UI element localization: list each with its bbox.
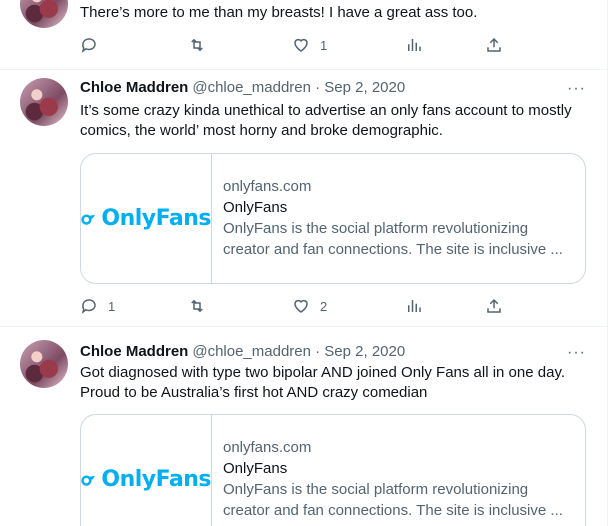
like-count: 1 bbox=[320, 37, 328, 53]
retweet-icon bbox=[191, 299, 203, 313]
card-description: OnlyFans is the social platform revoluti… bbox=[223, 481, 563, 519]
share-icon bbox=[487, 298, 501, 313]
retweet-icon bbox=[191, 38, 203, 52]
link-card[interactable]: OnlyFans onlyfans.com OnlyFans OnlyFans … bbox=[80, 414, 586, 526]
reply-icon bbox=[81, 299, 96, 314]
card-description: OnlyFans is the social platform revoluti… bbox=[223, 220, 563, 258]
card-logo-text: OnlyFans bbox=[101, 206, 211, 231]
card-title: OnlyFans bbox=[223, 460, 288, 477]
reply-icon bbox=[81, 38, 96, 53]
avatar[interactable] bbox=[20, 78, 68, 126]
author-handle-date[interactable]: @chloe_maddren · Sep 2, 2020 bbox=[192, 343, 405, 360]
views-icon bbox=[408, 300, 421, 312]
like-icon bbox=[294, 299, 308, 313]
retweet-button[interactable] bbox=[188, 36, 216, 54]
reply-button[interactable] bbox=[80, 36, 108, 54]
share-icon bbox=[487, 37, 501, 52]
tweet-actions: 1 bbox=[80, 36, 503, 56]
tweet[interactable]: Chloe Maddren @chloe_maddren · Sep 2, 202… bbox=[0, 70, 608, 327]
retweet-button[interactable] bbox=[188, 297, 216, 315]
author-handle-date[interactable]: @chloe_maddren · Sep 2, 2020 bbox=[192, 79, 405, 96]
tweet-header: Chloe Maddren @chloe_maddren · Sep 2, 202… bbox=[80, 78, 405, 98]
avatar[interactable] bbox=[20, 0, 68, 28]
like-count: 2 bbox=[320, 298, 328, 314]
author-name[interactable]: Chloe Maddren bbox=[80, 79, 188, 96]
tweet-text: Got diagnosed with type two bipolar AND … bbox=[80, 364, 565, 401]
onlyfans-logo-icon bbox=[81, 474, 95, 486]
tweet[interactable]: There’s more to me than my breasts! I ha… bbox=[0, 0, 608, 70]
card-image: OnlyFans bbox=[81, 154, 212, 283]
timeline-feed: There’s more to me than my breasts! I ha… bbox=[0, 0, 608, 526]
reply-count: 1 bbox=[108, 298, 116, 314]
card-domain: onlyfans.com bbox=[223, 439, 312, 456]
tweet-header: Chloe Maddren @chloe_maddren · Sep 2, 202… bbox=[80, 342, 405, 362]
card-body: onlyfans.com OnlyFans OnlyFans is the so… bbox=[223, 437, 575, 521]
share-button[interactable] bbox=[485, 36, 503, 54]
share-button[interactable] bbox=[485, 297, 503, 315]
views-icon bbox=[408, 39, 421, 51]
author-name[interactable]: Chloe Maddren bbox=[80, 343, 188, 360]
like-icon bbox=[294, 38, 308, 52]
like-button[interactable]: 2 bbox=[292, 297, 327, 315]
card-title: OnlyFans bbox=[223, 199, 288, 216]
views-button[interactable] bbox=[405, 36, 423, 54]
card-image: OnlyFans bbox=[81, 415, 212, 526]
more-icon[interactable]: ··· bbox=[567, 345, 586, 361]
tweet[interactable]: Chloe Maddren @chloe_maddren · Sep 2, 202… bbox=[0, 328, 608, 526]
card-logo-text: OnlyFans bbox=[101, 467, 211, 492]
card-body: onlyfans.com OnlyFans OnlyFans is the so… bbox=[223, 176, 575, 260]
avatar[interactable] bbox=[20, 340, 68, 388]
views-button[interactable] bbox=[405, 297, 423, 315]
tweet-actions: 1 2 bbox=[80, 297, 503, 317]
tweet-text: There’s more to me than my breasts! I ha… bbox=[80, 4, 478, 21]
link-card[interactable]: OnlyFans onlyfans.com OnlyFans OnlyFans … bbox=[80, 153, 586, 284]
tweet-text: It’s some crazy kinda unethical to adver… bbox=[80, 102, 572, 139]
card-domain: onlyfans.com bbox=[223, 178, 312, 195]
like-button[interactable]: 1 bbox=[292, 36, 327, 54]
more-icon[interactable]: ··· bbox=[567, 81, 586, 97]
reply-button[interactable]: 1 bbox=[80, 297, 115, 315]
onlyfans-logo-icon bbox=[81, 213, 95, 225]
